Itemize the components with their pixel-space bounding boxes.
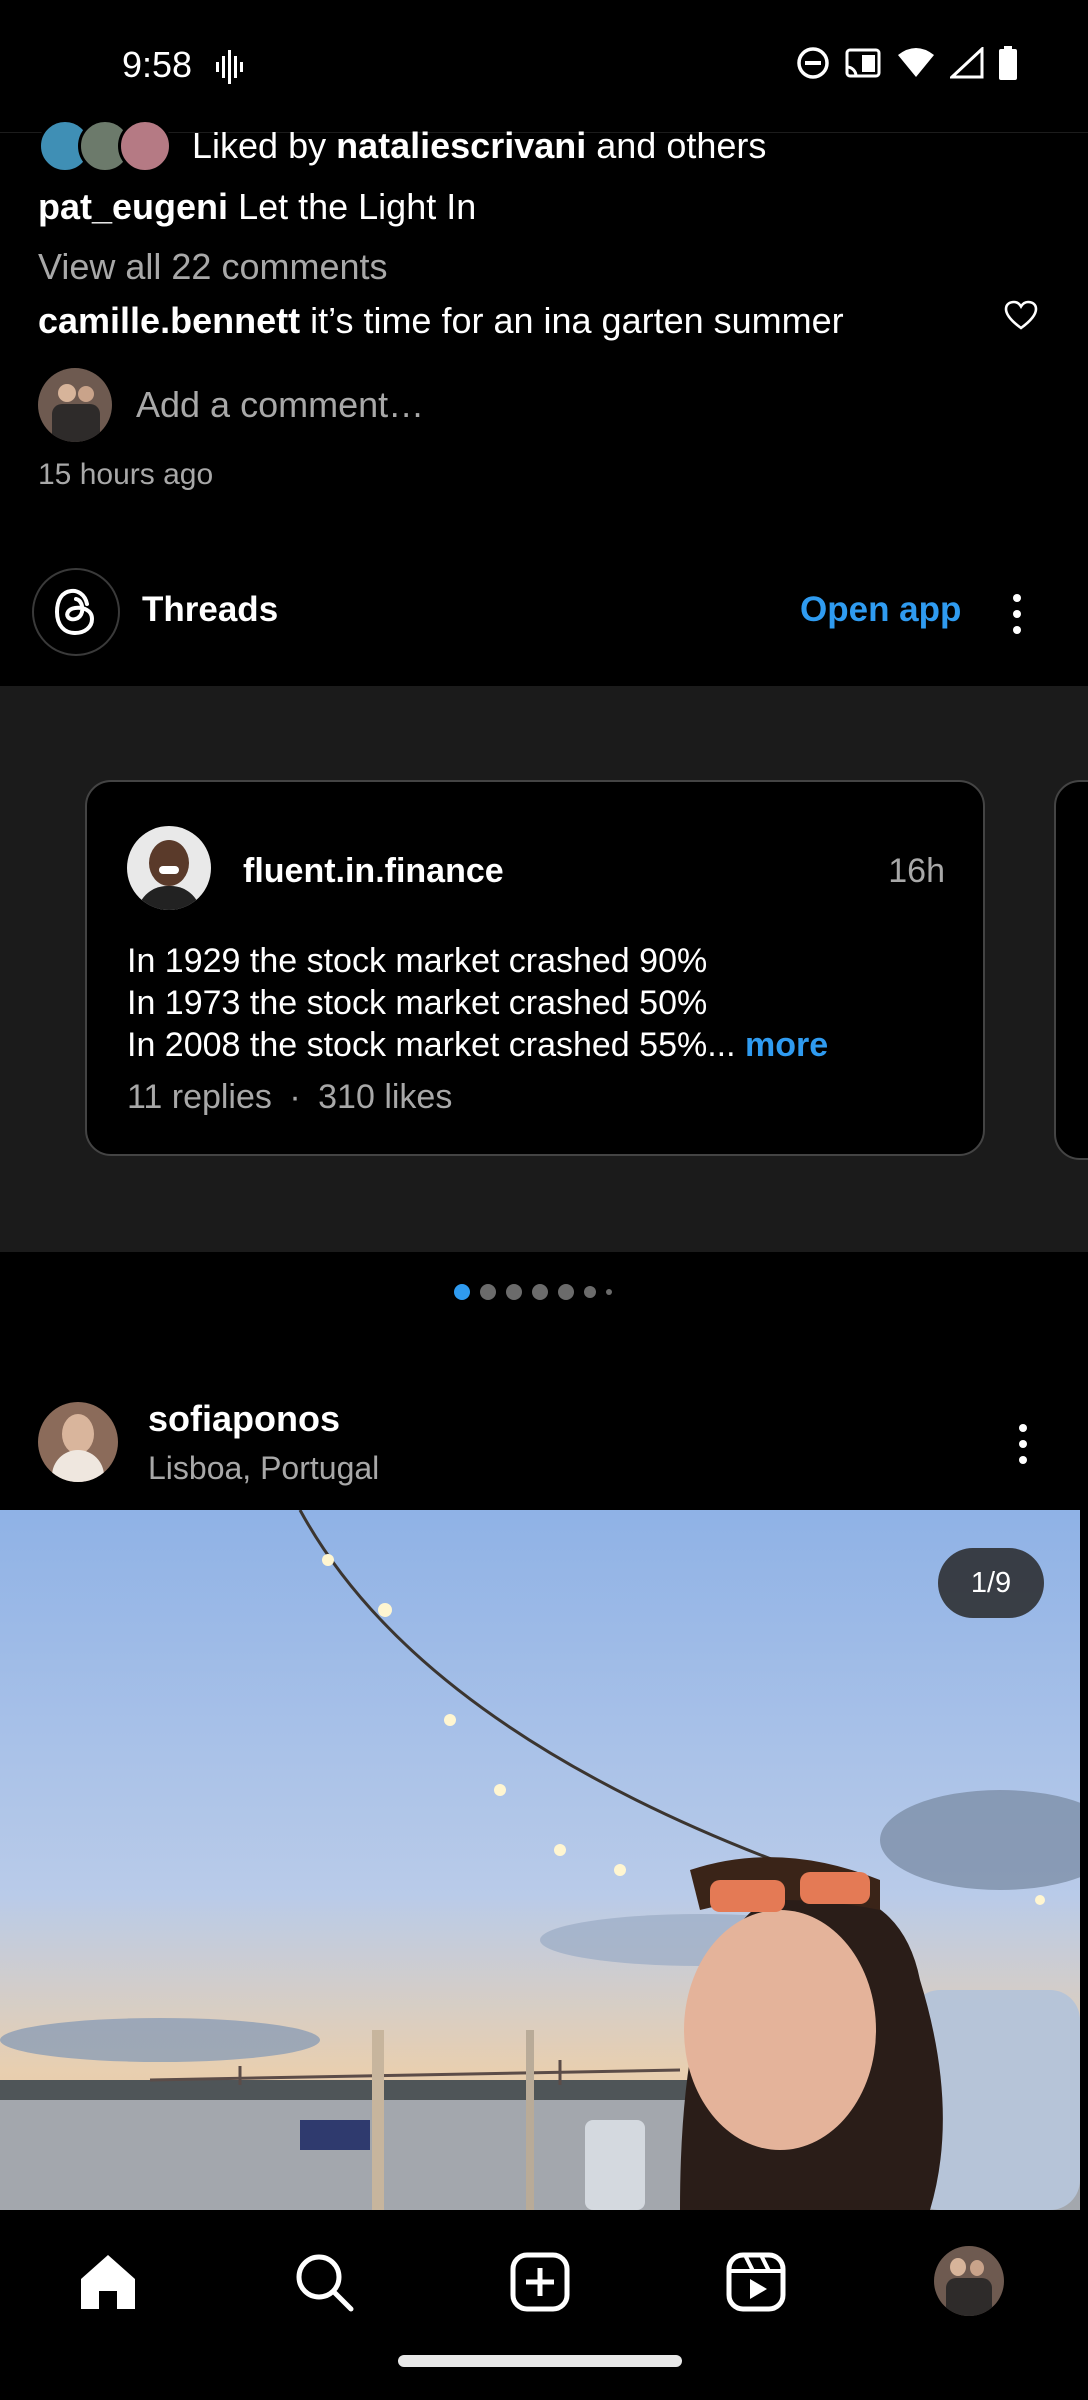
thread-line: In 2008 the stock market crashed 55%...	[127, 1026, 736, 1064]
threads-logo-icon[interactable]	[32, 568, 120, 656]
open-app-button[interactable]: Open app	[800, 590, 961, 630]
comment-like-heart-icon[interactable]	[1004, 300, 1038, 330]
thread-more-link[interactable]: more	[745, 1026, 828, 1064]
threads-more-options-icon[interactable]	[1012, 594, 1022, 634]
page-dot	[606, 1289, 612, 1295]
thread-text[interactable]: In 1929 the stock market crashed 90% In …	[127, 940, 947, 1066]
next-thread-card[interactable]	[1054, 780, 1088, 1160]
post-photo[interactable]	[0, 1510, 1080, 2210]
reels-icon[interactable]	[718, 2244, 794, 2320]
wifi-icon	[898, 48, 934, 77]
my-avatar	[38, 368, 112, 442]
photo-scene	[0, 1510, 1080, 2210]
carousel-pagination	[454, 1284, 612, 1300]
status-icons	[796, 46, 1018, 80]
thread-line: In 1929 the stock market crashed 90%	[127, 942, 708, 980]
liked-suffix: and others	[596, 125, 767, 166]
page-dot	[506, 1284, 522, 1300]
page-dot	[558, 1284, 574, 1300]
post-username[interactable]: sofiaponos	[148, 1398, 340, 1440]
thread-likes: 310 likes	[318, 1078, 453, 1116]
post-location[interactable]: Lisboa, Portugal	[148, 1450, 379, 1487]
liked-by-row[interactable]: Liked by nataliescrivani and others	[38, 118, 766, 174]
home-icon[interactable]	[70, 2244, 146, 2320]
thread-author-avatar[interactable]	[127, 826, 211, 910]
thread-replies: 11 replies	[127, 1078, 272, 1116]
caption-text: Let the Light In	[238, 186, 477, 227]
search-icon[interactable]	[286, 2244, 362, 2320]
add-comment-input[interactable]: Add a comment…	[136, 384, 424, 426]
battery-icon	[999, 46, 1017, 80]
caption-username[interactable]: pat_eugeni	[38, 186, 228, 227]
gesture-home-bar[interactable]	[398, 2355, 682, 2367]
profile-avatar[interactable]	[934, 2246, 1004, 2316]
thread-time: 16h	[888, 852, 945, 890]
thread-username[interactable]: fluent.in.finance	[243, 852, 504, 891]
comment-text: it’s time for an ina garten summer	[310, 300, 844, 341]
bottom-nav	[0, 2210, 1088, 2400]
thread-stats-separator: ·	[289, 1078, 301, 1116]
post-author-avatar[interactable]	[38, 1402, 118, 1482]
page-dot-active	[454, 1284, 470, 1300]
liked-prefix: Liked by	[192, 125, 327, 166]
comment-row: camille.bennett it’s time for an ina gar…	[38, 300, 844, 342]
caption: pat_eugeni Let the Light In	[38, 186, 476, 228]
thread-card[interactable]: fluent.in.finance 16h In 1929 the stock …	[85, 780, 985, 1156]
photo-counter: 1/9	[938, 1548, 1044, 1618]
thread-stats: 11 replies · 310 likes	[127, 1078, 452, 1117]
comment-username[interactable]: camille.bennett	[38, 300, 300, 341]
liked-by-text: Liked by nataliescrivani and others	[192, 125, 766, 167]
do-not-disturb-icon	[797, 47, 829, 79]
cell-signal-icon	[950, 47, 984, 79]
threads-title: Threads	[142, 590, 279, 629]
page-dot	[532, 1284, 548, 1300]
create-post-icon[interactable]	[502, 2244, 578, 2320]
post-timestamp: 15 hours ago	[38, 458, 214, 491]
voice-wave-icon	[216, 50, 243, 84]
liked-user[interactable]: nataliescrivani	[336, 125, 586, 166]
status-time: 9:58	[122, 44, 193, 85]
cast-icon	[845, 48, 881, 78]
thread-line: In 1973 the stock market crashed 50%	[127, 984, 708, 1022]
liker-avatars	[38, 119, 172, 173]
view-all-comments-link[interactable]: View all 22 comments	[38, 246, 388, 288]
page-dot	[480, 1284, 496, 1300]
post-more-options-icon[interactable]	[1018, 1424, 1028, 1464]
page-dot	[584, 1286, 596, 1298]
thread-line-last: In 2008 the stock market crashed 55%... …	[127, 1024, 947, 1066]
avatar	[118, 119, 172, 173]
